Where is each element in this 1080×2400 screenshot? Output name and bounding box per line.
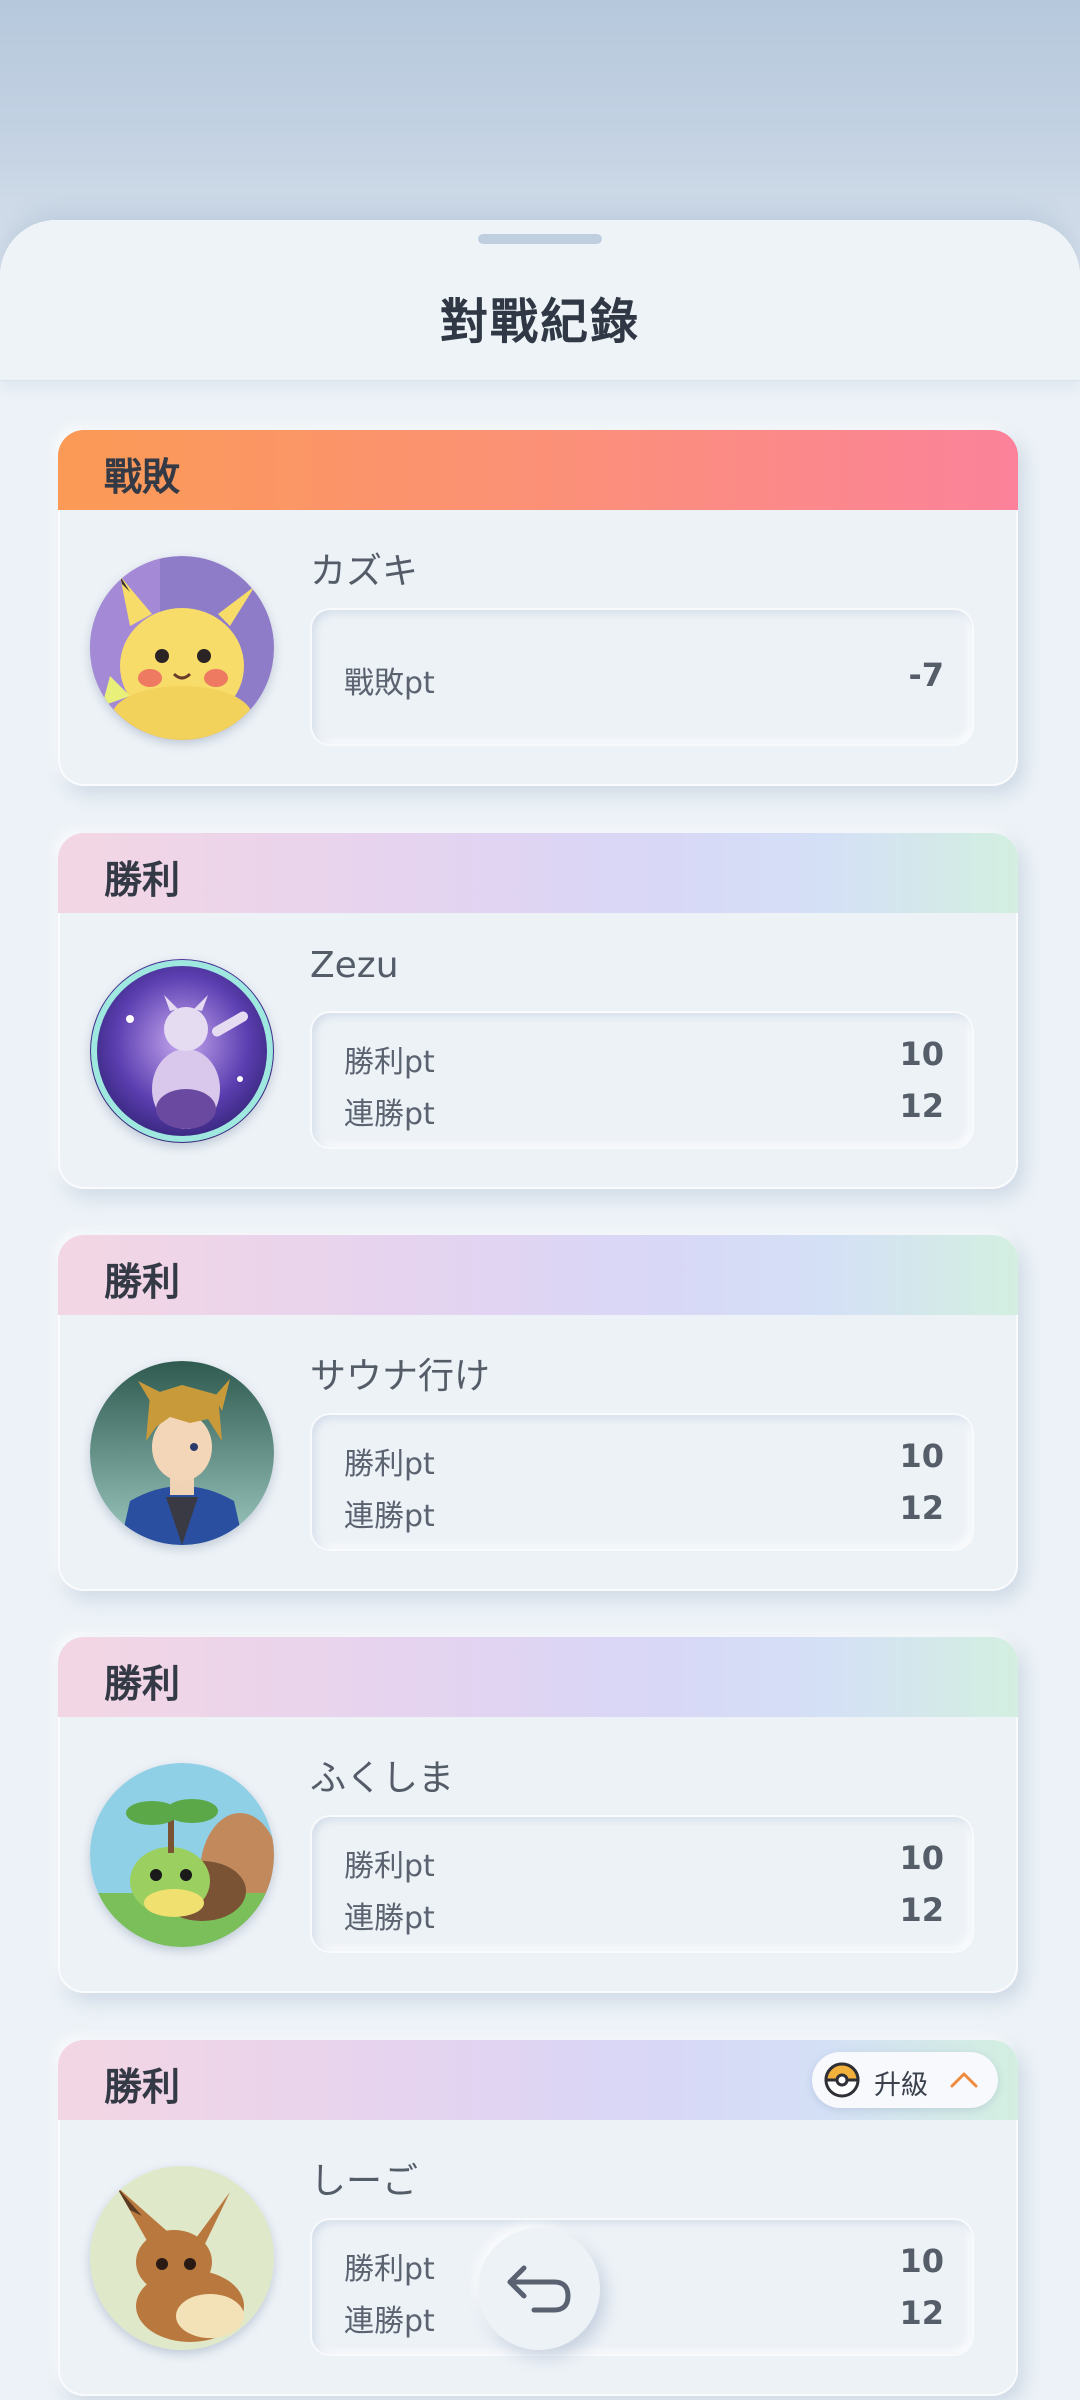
stat-value: 12 xyxy=(899,1891,944,1929)
stat-value: 10 xyxy=(899,2242,944,2280)
result-label: 勝利 xyxy=(104,858,181,902)
stat-value: 10 xyxy=(899,1035,944,1073)
upgrade-label: 升級 xyxy=(874,2070,928,2101)
stat-label: 連勝pt xyxy=(344,2304,435,2339)
upgrade-button[interactable]: 升級 xyxy=(812,2052,998,2108)
player-name: サウナ行け xyxy=(310,1356,491,1397)
player-name: Zezu xyxy=(310,945,399,986)
return-arrow-icon xyxy=(507,2265,571,2313)
player-avatar xyxy=(90,2166,274,2350)
match-record-card[interactable]: 勝利 サウナ行け 勝利pt 10 連勝pt 12 xyxy=(58,1235,1018,1591)
stat-row: 勝利pt 10 xyxy=(344,2242,944,2288)
stat-value: -7 xyxy=(908,656,944,694)
result-band: 勝利 xyxy=(58,1637,1018,1717)
stat-row: 連勝pt 12 xyxy=(344,2294,944,2340)
result-band: 勝利 xyxy=(58,833,1018,913)
sheet-drag-handle[interactable] xyxy=(478,234,602,244)
stat-value: 12 xyxy=(899,2294,944,2332)
back-button[interactable] xyxy=(478,2228,600,2350)
result-band: 勝利 xyxy=(58,1235,1018,1315)
result-label: 勝利 xyxy=(104,1662,181,1706)
player-avatar xyxy=(90,1763,274,1947)
stat-label: 連勝pt xyxy=(344,1097,435,1132)
points-box: 勝利pt 10 連勝pt 12 xyxy=(312,2220,972,2354)
page-title: 對戰紀錄 xyxy=(439,294,640,350)
sheet-header: 對戰紀錄 xyxy=(0,220,1080,381)
stat-row: 勝利pt 10 xyxy=(344,1035,944,1081)
stat-label: 連勝pt xyxy=(344,1499,435,1534)
result-label: 勝利 xyxy=(104,2065,181,2109)
stat-label: 勝利pt xyxy=(344,1045,435,1080)
points-box: 勝利pt 10 連勝pt 12 xyxy=(312,1415,972,1549)
match-record-card[interactable]: 勝利 ふくしま 勝利pt 10 連勝pt 12 xyxy=(58,1637,1018,1993)
result-band: 戰敗 xyxy=(58,430,1018,510)
player-name: ふくしま xyxy=(310,1758,455,1799)
stat-row: 勝利pt 10 xyxy=(344,1437,944,1483)
result-label: 戰敗 xyxy=(104,455,181,499)
stat-label: 勝利pt xyxy=(344,2252,435,2287)
points-box: 戰敗pt -7 xyxy=(312,610,972,744)
stat-value: 10 xyxy=(899,1437,944,1475)
stat-row: 連勝pt 12 xyxy=(344,1087,944,1133)
stat-row: 連勝pt 12 xyxy=(344,1489,944,1535)
stat-value: 10 xyxy=(899,1839,944,1877)
stat-label: 勝利pt xyxy=(344,1849,435,1884)
stat-label: 連勝pt xyxy=(344,1901,435,1936)
player-avatar xyxy=(90,556,274,740)
match-record-card[interactable]: 戰敗 カズキ 戰敗pt -7 xyxy=(58,430,1018,786)
stat-value: 12 xyxy=(899,1489,944,1527)
result-label: 勝利 xyxy=(104,1260,181,1304)
player-name: カズキ xyxy=(310,551,419,592)
points-box: 勝利pt 10 連勝pt 12 xyxy=(312,1817,972,1951)
stat-label: 勝利pt xyxy=(344,1447,435,1482)
stat-row: 勝利pt 10 xyxy=(344,1839,944,1885)
stat-row: 連勝pt 12 xyxy=(344,1891,944,1937)
player-avatar xyxy=(90,959,274,1143)
player-name: しーご xyxy=(310,2161,419,2202)
match-record-card[interactable]: 勝利 Zezu 勝利pt 10 連勝pt 12 xyxy=(58,833,1018,1189)
points-box: 勝利pt 10 連勝pt 12 xyxy=(312,1013,972,1147)
stat-value: 12 xyxy=(899,1087,944,1125)
chevron-up-icon xyxy=(946,2062,982,2102)
player-avatar xyxy=(90,1361,274,1545)
stat-label: 戰敗pt xyxy=(344,666,435,701)
pokeball-icon xyxy=(824,2062,860,2102)
stat-row: 戰敗pt -7 xyxy=(344,656,944,702)
